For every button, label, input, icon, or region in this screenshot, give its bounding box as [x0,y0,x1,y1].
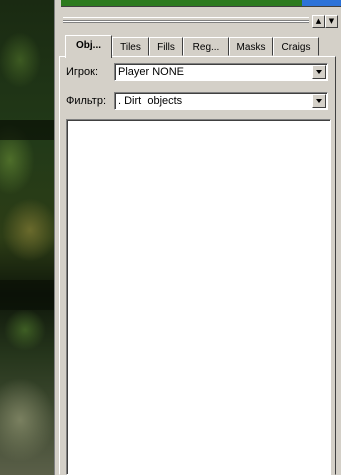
player-select-value: Player NONE [118,66,185,78]
panel-drag-grip[interactable] [63,17,309,23]
chevron-down-icon[interactable] [312,65,326,79]
game-viewport[interactable] [0,0,54,475]
player-label: Игрок: [66,66,99,78]
filter-select-value: . Dirt objects [118,95,183,107]
tab-fills[interactable]: Fills [149,37,183,56]
tab-craigs[interactable]: Craigs [273,37,319,56]
scroll-down-button[interactable]: ▼ [325,15,338,28]
arrow-down-icon: ▼ [328,17,335,25]
tab-regions[interactable]: Reg... [183,37,229,56]
arrow-up-icon: ▲ [315,17,322,25]
tab-objects[interactable]: Obj... [65,35,112,58]
viewport-shadow [0,280,54,310]
scroll-up-button[interactable]: ▲ [312,15,325,28]
tab-masks[interactable]: Masks [229,37,273,56]
filter-label: Фильтр: [66,95,107,107]
status-progress-bar [61,0,341,7]
tab-strip: Obj... Tiles Fills Reg... Masks Craigs [63,35,333,58]
tab-tiles[interactable]: Tiles [112,37,149,56]
viewport-shadow [0,120,54,140]
object-panel: ▲ ▼ Obj... Tiles Fills Reg... Masks Crai… [54,0,341,475]
filter-select[interactable]: . Dirt objects [114,92,328,110]
chevron-down-icon[interactable] [312,94,326,108]
player-select[interactable]: Player NONE [114,63,328,81]
object-list[interactable] [66,119,331,475]
